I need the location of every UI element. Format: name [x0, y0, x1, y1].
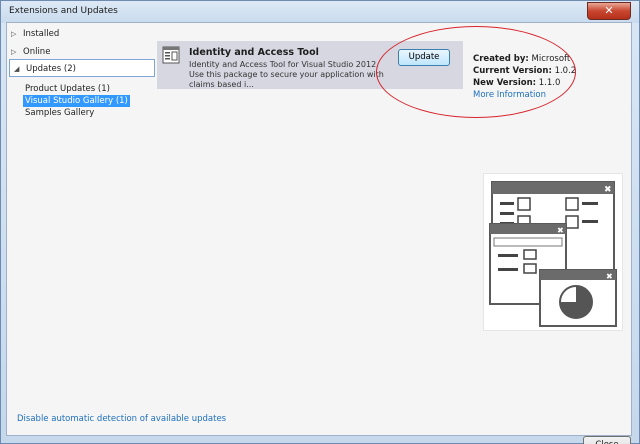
svg-text:✖: ✖	[606, 272, 613, 281]
disable-auto-detection-link[interactable]: Disable automatic detection of available…	[17, 414, 226, 424]
sub-item-samples-gallery[interactable]: Samples Gallery	[23, 107, 96, 119]
triangle-collapsed-icon: ▷	[11, 30, 17, 38]
sidebar-item-updates[interactable]: ◢ Updates (2)	[9, 59, 155, 77]
sidebar-item-label: Online	[23, 47, 51, 57]
svg-text:✖: ✖	[557, 226, 564, 235]
window-close-button[interactable]: ✕	[587, 2, 631, 20]
extension-name: Identity and Access Tool	[189, 47, 319, 58]
triangle-expanded-icon: ◢	[14, 65, 20, 73]
extension-preview-image: ✖ ✖ ✖	[483, 173, 623, 331]
extension-description: Identity and Access Tool for Visual Stud…	[189, 60, 384, 89]
sub-item-product-updates[interactable]: Product Updates (1)	[23, 83, 112, 95]
sidebar-item-label: Updates (2)	[26, 64, 76, 74]
package-icon	[162, 46, 180, 64]
highlight-annotation	[376, 26, 576, 118]
title-bar: Extensions and Updates ✕	[1, 1, 639, 23]
close-button[interactable]: Close	[583, 436, 631, 444]
sidebar-item-installed[interactable]: ▷ Installed	[7, 25, 157, 43]
sub-item-visual-studio-gallery[interactable]: Visual Studio Gallery (1)	[23, 95, 130, 107]
svg-text:✖: ✖	[604, 185, 612, 195]
sidebar-item-label: Installed	[23, 29, 60, 39]
preview-windows-icon: ✖ ✖ ✖	[489, 181, 617, 327]
window-title: Extensions and Updates	[9, 6, 118, 16]
sidebar: ▷ Installed ▷ Online ◢ Updates (2) Produ…	[7, 23, 157, 383]
